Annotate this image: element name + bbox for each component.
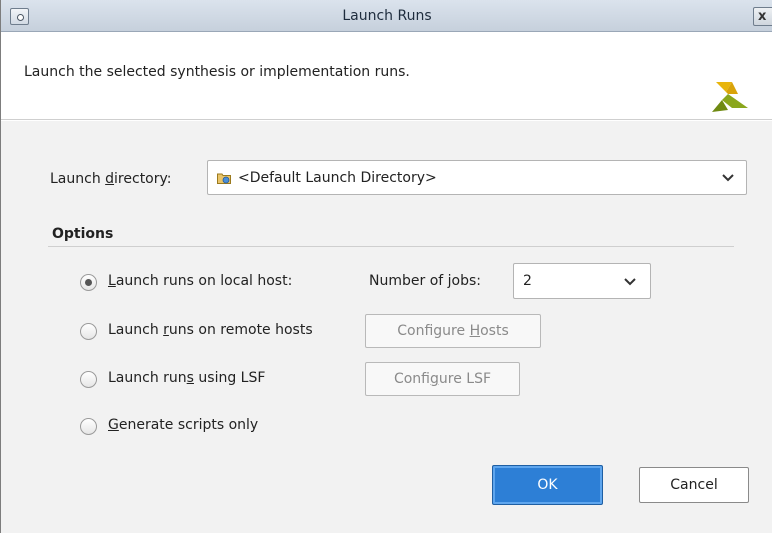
label-text: Launch run: [108, 370, 187, 386]
lsf-label[interactable]: Launch runs using LSF: [108, 370, 265, 386]
button-text: Configure: [397, 323, 470, 339]
header-description: Launch the selected synthesis or impleme…: [24, 64, 410, 80]
label-mnemonic: s: [186, 370, 194, 386]
label-mnemonic: d: [105, 171, 115, 187]
xilinx-logo-icon: [712, 82, 748, 112]
remote-hosts-label[interactable]: Launch runs on remote hosts: [108, 322, 313, 338]
label-text: Launch: [108, 322, 164, 338]
number-of-jobs-value: 2: [523, 273, 532, 289]
local-host-radio[interactable]: [80, 274, 97, 291]
generate-scripts-radio[interactable]: [80, 418, 97, 435]
chevron-down-icon[interactable]: [722, 174, 734, 182]
label-mnemonic: G: [108, 417, 119, 433]
configure-hosts-button[interactable]: Configure Hosts: [365, 314, 541, 348]
number-of-jobs-label: Number of jobs:: [369, 273, 481, 289]
label-text: aunch runs on local host:: [115, 273, 293, 289]
remote-hosts-radio[interactable]: [80, 323, 97, 340]
label-mnemonic: L: [108, 273, 116, 289]
launch-directory-combo[interactable]: <Default Launch Directory>: [207, 160, 747, 195]
window-menu-icon[interactable]: [10, 8, 29, 25]
launch-directory-label: Launch directory:: [50, 171, 172, 187]
button-text: osts: [480, 323, 509, 339]
label-text: uns on remote hosts: [168, 322, 313, 338]
label-text: irectory:: [114, 171, 172, 187]
options-separator: [48, 246, 734, 247]
number-of-jobs-combo[interactable]: 2: [513, 263, 651, 299]
window-title: Launch Runs: [342, 8, 432, 24]
launch-directory-value: <Default Launch Directory>: [238, 170, 437, 186]
label-text: Launch: [50, 171, 106, 187]
button-mnemonic: H: [469, 323, 481, 339]
local-host-label[interactable]: Launch runs on local host:: [108, 273, 292, 289]
configure-lsf-button[interactable]: Configure LSF: [365, 362, 520, 396]
label-text: Number of: [369, 273, 448, 289]
label-text: using LSF: [193, 370, 266, 386]
label-text: obs:: [451, 273, 481, 289]
folder-icon: [217, 173, 231, 184]
generate-scripts-label[interactable]: Generate scripts only: [108, 417, 258, 433]
lsf-radio[interactable]: [80, 371, 97, 388]
chevron-down-icon[interactable]: [624, 278, 636, 286]
ok-button[interactable]: OK: [492, 465, 603, 505]
button-mnemonic: g: [430, 371, 439, 387]
close-icon[interactable]: x: [753, 7, 772, 26]
label-text: enerate scripts only: [118, 417, 259, 433]
button-text: Confi: [393, 371, 431, 387]
title-bar[interactable]: Launch Runs x: [1, 0, 772, 32]
cancel-button[interactable]: Cancel: [639, 467, 749, 503]
options-title: Options: [52, 226, 114, 242]
launch-runs-dialog: Launch Runs x Launch the selected synthe…: [0, 0, 772, 533]
dialog-header: Launch the selected synthesis or impleme…: [1, 33, 772, 120]
button-text: ure LSF: [438, 371, 492, 387]
